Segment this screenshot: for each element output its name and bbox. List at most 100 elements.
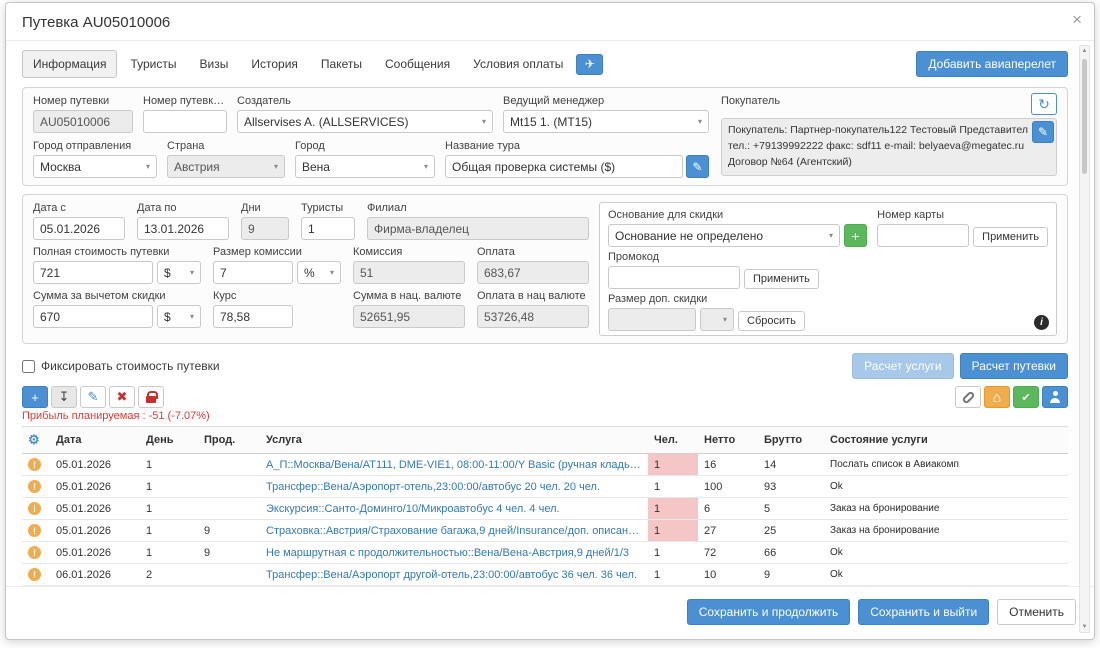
net-sum-currency-select[interactable]: $ ▾: [157, 305, 201, 328]
tab-packages[interactable]: Пакеты: [311, 51, 372, 77]
attach-file-button[interactable]: [955, 386, 981, 408]
tab-information[interactable]: Информация: [22, 50, 117, 78]
save-continue-button[interactable]: Сохранить и продолжить: [687, 599, 850, 625]
table-row[interactable]: ! 05.01.2026 1 9 Страховка::Австрия/Стра…: [22, 520, 1068, 542]
chevron-down-icon: ▾: [190, 268, 194, 277]
modal-footer: Сохранить и продолжить Сохранить и выйти…: [6, 586, 1094, 639]
edit-service-button[interactable]: ✎: [80, 386, 106, 408]
departure-city-select[interactable]: Москва ▾: [33, 155, 157, 178]
table-row[interactable]: ! 05.01.2026 1 9 Не маршрутная с продолж…: [22, 542, 1068, 564]
cell-day: 1: [140, 498, 198, 520]
table-row[interactable]: ! 05.01.2026 1 Трансфер::Вена/Аэропорт-о…: [22, 476, 1068, 498]
tab-tourists[interactable]: Туристы: [120, 51, 186, 77]
full-cost-field: Полная стоимость путевки 721 $ ▾: [33, 246, 201, 284]
add-service-button[interactable]: +: [22, 386, 48, 408]
payment-input: 683,67: [477, 261, 589, 284]
tour-name-field: Название тура Общая проверка системы ($)…: [445, 140, 709, 178]
reset-discount-button[interactable]: Сбросить: [738, 311, 805, 331]
quota-button[interactable]: ⌂: [984, 386, 1010, 408]
cell-duration: [198, 454, 260, 476]
col-duration[interactable]: Прод.: [198, 427, 260, 454]
tab-payment-terms[interactable]: Условия оплаты: [463, 51, 573, 77]
commission-rate-input[interactable]: 7: [213, 261, 293, 284]
payment-national-label: Оплата в нац валюте: [477, 290, 589, 302]
refresh-button[interactable]: ↻: [1031, 93, 1057, 115]
table-row[interactable]: ! 05.01.2026 1 Экскурсия::Санто-Доминго/…: [22, 498, 1068, 520]
import-service-button[interactable]: ↧: [51, 386, 77, 408]
calc-voucher-button[interactable]: Расчет путевки: [960, 353, 1068, 379]
scroll-up-icon[interactable]: ▲: [1080, 48, 1089, 54]
date-from-input[interactable]: 05.01.2026: [33, 217, 125, 240]
col-net[interactable]: Нетто: [698, 427, 758, 454]
service-link[interactable]: Не маршрутная с продолжительностью::Вена…: [260, 542, 648, 564]
country-label: Страна: [167, 140, 285, 152]
discount-reason-value: Основание не определено: [615, 229, 763, 243]
delete-service-button[interactable]: ✖: [109, 386, 135, 408]
full-cost-currency-select[interactable]: $ ▾: [157, 261, 201, 284]
paperclip-icon: [961, 390, 975, 404]
col-service[interactable]: Услуга: [260, 427, 648, 454]
col-day[interactable]: День: [140, 427, 198, 454]
pencil-icon: ✎: [88, 389, 99, 405]
cell-gross: 66: [758, 542, 824, 564]
buyer-section: Покупатель ↻ Покупатель: Партнер-покупат…: [721, 95, 1057, 178]
tourists-list-button[interactable]: [1042, 386, 1068, 408]
avia-tab-button[interactable]: ✈: [576, 54, 603, 75]
voucher-number-alt-input[interactable]: [143, 110, 227, 133]
scrollbar-thumb[interactable]: [1082, 59, 1087, 174]
days-field: Дни 9: [241, 202, 289, 240]
city-select[interactable]: Вена ▾: [295, 155, 435, 178]
lock-service-button[interactable]: [138, 386, 164, 408]
cancel-button[interactable]: Отменить: [997, 599, 1076, 625]
vertical-scrollbar[interactable]: ▲ ▼: [1079, 45, 1090, 633]
service-link[interactable]: Трансфер::Вена/Аэропорт другой-отель,23:…: [260, 564, 648, 586]
table-settings-icon[interactable]: ⚙: [28, 432, 40, 447]
add-discount-button[interactable]: +: [844, 224, 867, 247]
promocode-input[interactable]: [608, 266, 740, 289]
net-sum-input[interactable]: 670: [33, 305, 153, 328]
extra-discount-unit-select[interactable]: ▾: [700, 308, 734, 331]
tab-visas[interactable]: Визы: [190, 51, 239, 77]
country-select[interactable]: Австрия ▾: [167, 155, 285, 178]
promo-apply-button[interactable]: Применить: [744, 269, 819, 289]
full-cost-input[interactable]: 721: [33, 261, 153, 284]
tour-edit-button[interactable]: ✎: [686, 155, 709, 178]
date-to-input[interactable]: 13.01.2026: [137, 217, 229, 240]
buyer-edit-button[interactable]: ✎: [1032, 121, 1054, 143]
payment-national-field: Оплата в нац валюте 53726,48: [477, 290, 589, 328]
lead-manager-select[interactable]: Mt15 1. (MT15) ▾: [503, 110, 709, 133]
col-pax[interactable]: Чел.: [648, 427, 698, 454]
col-gross[interactable]: Брутто: [758, 427, 824, 454]
info-icon[interactable]: i: [1034, 315, 1049, 330]
commission-unit-select[interactable]: % ▾: [297, 261, 341, 284]
fix-cost-checkbox[interactable]: [22, 360, 35, 373]
rate-input[interactable]: 78,58: [213, 305, 293, 328]
tab-history[interactable]: История: [241, 51, 308, 77]
table-row[interactable]: ! 05.01.2026 1 А_П::Москва/Вена/АТ111, D…: [22, 454, 1068, 476]
service-link[interactable]: Страховка::Австрия/Страхование багажа,9 …: [260, 520, 648, 542]
add-flight-button[interactable]: Добавить авиаперелет: [916, 51, 1068, 77]
discount-reason-select[interactable]: Основание не определено ▾: [608, 224, 840, 247]
chevron-down-icon: ▾: [723, 315, 727, 324]
col-date[interactable]: Дата: [50, 427, 140, 454]
tour-name-input[interactable]: Общая проверка системы ($): [445, 155, 683, 178]
cost-panel: Дата с 05.01.2026 Дата по 13.01.2026 Дни…: [22, 194, 1068, 344]
voucher-number-field: Номер путевки AU05010006: [33, 95, 133, 133]
cell-pax: 1: [648, 454, 698, 476]
close-icon[interactable]: ×: [1072, 11, 1082, 28]
cell-duration: [198, 564, 260, 586]
card-number-input[interactable]: [877, 224, 969, 247]
calc-service-button[interactable]: Расчет услуги: [852, 353, 953, 379]
save-exit-button[interactable]: Сохранить и выйти: [858, 599, 989, 625]
col-status[interactable]: Состояние услуги: [824, 427, 1068, 454]
table-row[interactable]: ! 06.01.2026 2 Трансфер::Вена/Аэропорт д…: [22, 564, 1068, 586]
tourists-input[interactable]: 1: [301, 217, 355, 240]
tab-messages[interactable]: Сообщения: [375, 51, 460, 77]
confirm-services-button[interactable]: ✔: [1013, 386, 1039, 408]
creator-select[interactable]: Allservises A. (ALLSERVICES) ▾: [237, 110, 493, 133]
scroll-down-icon[interactable]: ▼: [1080, 624, 1089, 630]
card-apply-button[interactable]: Применить: [973, 227, 1048, 247]
service-link[interactable]: А_П::Москва/Вена/АТ111, DME-VIE1, 08:00-…: [260, 454, 648, 476]
service-link[interactable]: Трансфер::Вена/Аэропорт-отель,23:00:00/а…: [260, 476, 648, 498]
service-link[interactable]: Экскурсия::Санто-Доминго/10/Микроавтобус…: [260, 498, 648, 520]
